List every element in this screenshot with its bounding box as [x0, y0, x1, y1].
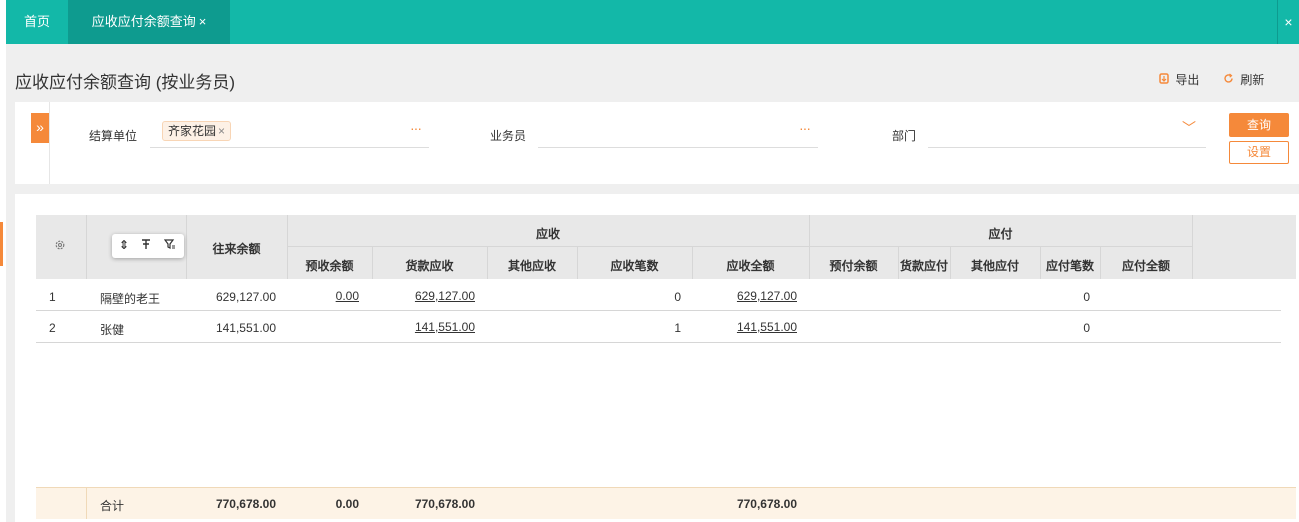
footer-goods-receivable-total: 770,678.00 — [414, 497, 475, 511]
expand-filter-button[interactable]: » — [31, 113, 49, 143]
settings-button[interactable]: 设置 — [1229, 141, 1289, 164]
department-label: 部门 — [892, 129, 917, 143]
sort-icon[interactable]: ⇕ — [119, 238, 129, 252]
col-prepaid-header[interactable]: 预收余额 — [287, 257, 372, 274]
table-row-salesman: 张健 — [100, 323, 125, 337]
footer-balance-total: 770,678.00 — [215, 497, 276, 511]
table-row-receivable-total-link[interactable]: 141,551.00 — [692, 320, 797, 334]
col-other-receivable-header[interactable]: 其他应收 — [487, 257, 577, 274]
footer-receivable-total: 770,678.00 — [736, 497, 797, 511]
export-button[interactable]: 导出 — [1159, 71, 1199, 88]
col-goods-receivable-header[interactable]: 货款应收 — [372, 257, 487, 274]
column-tool-popup: ⇕ — [112, 234, 184, 258]
settle-unit-picker-icon[interactable]: ··· — [410, 120, 422, 136]
tab-home-label: 首页 — [23, 14, 50, 29]
settle-unit-chip[interactable]: 齐家花园 × — [162, 121, 232, 141]
table-row-receivable-total-link[interactable]: 629,127.00 — [692, 289, 797, 303]
col-payable-total-header[interactable]: 应付全额 — [1100, 257, 1192, 274]
table-row-balance: 141,551.00 — [215, 321, 276, 335]
export-icon — [1159, 73, 1172, 87]
settle-unit-chip-label: 齐家花园 — [168, 124, 217, 138]
table-row-payable-count: 0 — [1083, 290, 1090, 304]
col-divider — [1192, 215, 1193, 279]
payable-group-header: 应付 — [988, 227, 1013, 241]
refresh-label: 刷新 — [1240, 73, 1265, 87]
close-all-tabs-icon[interactable]: × — [1277, 0, 1299, 44]
settle-unit-field[interactable]: 齐家花园 × ··· — [150, 116, 429, 148]
refresh-button[interactable]: 刷新 — [1223, 71, 1264, 88]
filter-icon[interactable] — [163, 238, 176, 253]
row-divider — [36, 342, 1281, 343]
tab-close-icon[interactable]: × — [199, 14, 207, 29]
footer-divider — [86, 487, 87, 519]
salesman-label: 业务员 — [490, 129, 527, 143]
pin-icon[interactable] — [140, 238, 152, 253]
tab-bar: 首页 应收应付余额查询 × × — [6, 0, 1299, 44]
table-row-prepaid-link[interactable]: 0.00 — [287, 289, 359, 303]
settle-unit-label: 结算单位 — [89, 129, 138, 143]
salesman-field[interactable]: ··· — [538, 116, 818, 148]
export-label: 导出 — [1175, 73, 1200, 87]
filter-divider — [49, 102, 50, 184]
table-row-payable-count: 0 — [1083, 321, 1090, 335]
salesman-picker-icon[interactable]: ··· — [799, 120, 811, 136]
column-settings-icon[interactable] — [50, 239, 70, 254]
tab-home[interactable]: 首页 — [6, 0, 68, 44]
footer-total-label: 合计 — [100, 499, 125, 513]
table-row-salesman: 隔壁的老王 — [100, 292, 161, 306]
chip-remove-icon[interactable]: × — [218, 124, 225, 138]
footer-prepaid-total: 0.00 — [335, 497, 359, 511]
table-row-balance: 629,127.00 — [215, 290, 276, 304]
col-balance-header[interactable]: 往来余额 — [186, 240, 287, 257]
table-row-index: 1 — [49, 290, 56, 304]
col-advance-payment-header[interactable]: 预付余额 — [809, 257, 898, 274]
col-receivable-total-header[interactable]: 应收全额 — [692, 257, 809, 274]
page-title: 应收应付余额查询 (按业务员) — [15, 73, 236, 92]
tab-balance-query[interactable]: 应收应付余额查询 × — [68, 0, 230, 44]
col-goods-payable-header[interactable]: 货款应付 — [898, 257, 950, 274]
table-row-goods-receivable-link[interactable]: 141,551.00 — [372, 320, 475, 334]
table-row-receivable-count: 0 — [674, 290, 681, 304]
query-button[interactable]: 查询 — [1229, 113, 1289, 137]
department-select[interactable]: ﹀ — [928, 116, 1206, 148]
col-receivable-count-header[interactable]: 应收笔数 — [577, 257, 692, 274]
table-row-goods-receivable-link[interactable]: 629,127.00 — [372, 289, 475, 303]
col-payable-count-header[interactable]: 应付笔数 — [1040, 257, 1100, 274]
chevron-down-icon[interactable]: ﹀ — [1182, 118, 1196, 138]
receivable-group-header: 应收 — [535, 227, 560, 241]
side-drawer-handle[interactable] — [0, 222, 3, 266]
row-divider — [36, 310, 1281, 311]
group-divider — [287, 246, 1192, 247]
refresh-icon — [1223, 73, 1237, 87]
table-row-index: 2 — [49, 321, 56, 335]
col-other-payable-header[interactable]: 其他应付 — [950, 257, 1040, 274]
tab-balance-query-label: 应收应付余额查询 — [91, 14, 196, 29]
table-row-receivable-count: 1 — [674, 321, 681, 335]
